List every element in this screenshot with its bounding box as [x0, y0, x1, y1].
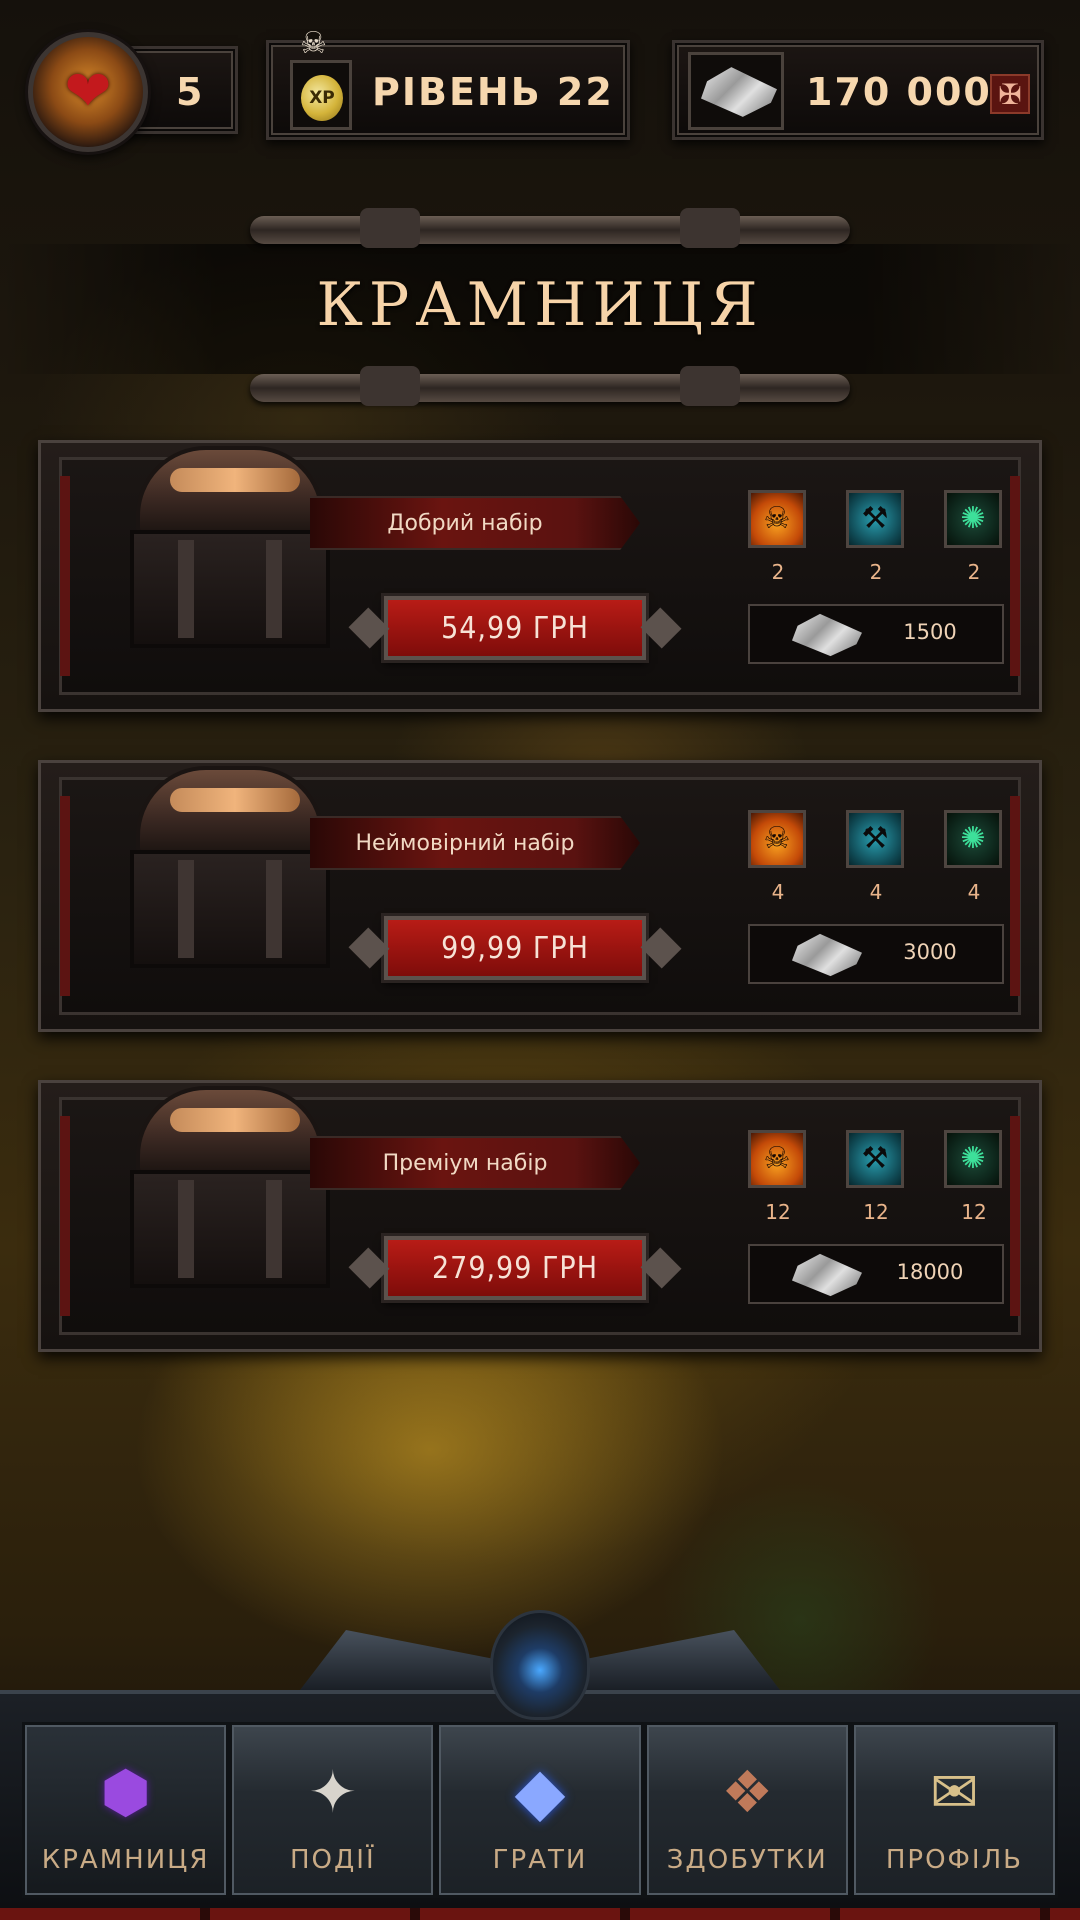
xp-potion-icon: XP: [301, 75, 343, 121]
hammer-icon: ⚒: [846, 810, 904, 868]
compass-star-icon: ✦: [308, 1758, 358, 1826]
chest-icon: [130, 446, 330, 666]
offer-inner: Неймовірний набір 99,99 ГРН ☠ 4 ⚒ 4 ✺ 4 …: [59, 766, 1021, 1015]
reward-item: ⚒ 4: [846, 810, 906, 910]
chest-body: [130, 850, 330, 968]
silver-shard-icon: [792, 933, 862, 977]
add-currency-button[interactable]: ✠: [990, 74, 1030, 114]
reward-count: 2: [771, 560, 785, 584]
page-title: КРАМНИЦЯ: [316, 270, 764, 340]
skull-icon: ☠: [300, 26, 327, 61]
chest-lid: [136, 446, 324, 536]
bottom-nav: ⬢ КРАМНИЦЯ ✦ ПОДІЇ ◆ ГРАТИ ❖ ЗДОБУТКИ ✉ …: [0, 1690, 1080, 1920]
tab-label: ПРОФІЛЬ: [885, 1845, 1023, 1875]
nav-tabs: ⬢ КРАМНИЦЯ ✦ ПОДІЇ ◆ ГРАТИ ❖ ЗДОБУТКИ ✉ …: [22, 1722, 1059, 1898]
reward-list: ☠ 12 ⚒ 12 ✺ 12: [748, 1130, 1004, 1230]
tab-label: ГРАТИ: [492, 1845, 588, 1875]
title-ornament-top: [250, 208, 850, 248]
scroll-icon: ✉: [930, 1758, 979, 1826]
reward-item: ✺ 4: [944, 810, 1004, 910]
fire-skulls-icon: ☠: [748, 1130, 806, 1188]
tree-icon: ✺: [944, 810, 1002, 868]
currency-reward: 18000: [748, 1244, 1004, 1304]
hammer-icon: ⚒: [846, 490, 904, 548]
reward-item: ☠ 4: [748, 810, 808, 910]
currency-reward: 3000: [748, 924, 1004, 984]
level-label: РІВЕНЬ 22: [372, 70, 614, 114]
reward-item: ☠ 2: [748, 490, 808, 590]
tree-icon: ✺: [944, 1130, 1002, 1188]
currency-reward: 1500: [748, 604, 1004, 664]
tab-label: ЗДОБУТКИ: [666, 1845, 828, 1875]
reward-count: 4: [771, 880, 785, 904]
tab-shop[interactable]: ⬢ КРАМНИЦЯ: [22, 1722, 230, 1898]
top-bar: ❤ 5 XP ☠ РІВЕНЬ 22 170 000 ✠: [28, 26, 1052, 152]
tab-achievements[interactable]: ❖ ЗДОБУТКИ: [643, 1722, 851, 1898]
reward-count: 12: [961, 1200, 987, 1224]
offer-card: Преміум набір 279,99 ГРН ☠ 12 ⚒ 12 ✺ 12 …: [38, 1080, 1042, 1352]
tab-profile[interactable]: ✉ ПРОФІЛЬ: [850, 1722, 1059, 1898]
chest-lid: [136, 766, 324, 856]
nav-crest-ornament: [300, 1610, 780, 1720]
buy-button[interactable]: 99,99 ГРН: [384, 916, 646, 980]
offer-name: Добрий набір: [310, 496, 640, 550]
chest-icon: [130, 766, 330, 986]
heart-icon: ❤: [64, 59, 112, 124]
ornate-box-icon: ❖: [721, 1758, 774, 1826]
chest-icon: [130, 1086, 330, 1306]
currency-reward-amount: 18000: [896, 1260, 964, 1284]
lives-count: 5: [176, 70, 205, 114]
chest-body: [130, 530, 330, 648]
reward-item: ⚒ 2: [846, 490, 906, 590]
crest-head-icon: [490, 1610, 590, 1720]
reward-count: 2: [869, 560, 883, 584]
lives-orb[interactable]: ❤: [28, 32, 148, 152]
currency-reward-amount: 3000: [903, 940, 957, 964]
offer-name: Неймовірний набір: [310, 816, 640, 870]
fire-skulls-icon: ☠: [748, 810, 806, 868]
buy-button[interactable]: 54,99 ГРН: [384, 596, 646, 660]
nav-bottom-strip: [0, 1908, 1080, 1920]
diamond-icon: ◆: [514, 1753, 566, 1830]
hammer-icon: ⚒: [846, 1130, 904, 1188]
chest-lid: [136, 1086, 324, 1176]
reward-item: ⚒ 12: [846, 1130, 906, 1230]
purple-gem-icon: ⬢: [100, 1758, 151, 1826]
reward-count: 2: [967, 560, 981, 584]
reward-item: ☠ 12: [748, 1130, 808, 1230]
reward-count: 12: [765, 1200, 791, 1224]
buy-button[interactable]: 279,99 ГРН: [384, 1236, 646, 1300]
tab-events[interactable]: ✦ ПОДІЇ: [229, 1722, 437, 1898]
reward-list: ☠ 2 ⚒ 2 ✺ 2: [748, 490, 1004, 590]
tab-label: ПОДІЇ: [289, 1845, 376, 1875]
reward-item: ✺ 2: [944, 490, 1004, 590]
offer-name: Преміум набір: [310, 1136, 640, 1190]
reward-count: 4: [869, 880, 883, 904]
tab-play[interactable]: ◆ ГРАТИ: [436, 1722, 644, 1898]
offer-inner: Добрий набір 54,99 ГРН ☠ 2 ⚒ 2 ✺ 2 1500: [59, 446, 1021, 695]
reward-item: ✺ 12: [944, 1130, 1004, 1230]
offer-card: Добрий набір 54,99 ГРН ☠ 2 ⚒ 2 ✺ 2 1500: [38, 440, 1042, 712]
silver-shard-icon: [792, 613, 862, 657]
silver-shard-icon: [701, 67, 777, 117]
xp-potion-box: XP: [290, 60, 352, 130]
tab-label: КРАМНИЦЯ: [41, 1845, 210, 1875]
silver-shard-icon: [792, 1253, 862, 1297]
currency-amount: 170 000: [806, 70, 992, 114]
fire-skulls-icon: ☠: [748, 490, 806, 548]
title-ornament-bottom: [250, 366, 850, 406]
tree-icon: ✺: [944, 490, 1002, 548]
currency-reward-amount: 1500: [903, 620, 957, 644]
reward-count: 12: [863, 1200, 889, 1224]
chest-body: [130, 1170, 330, 1288]
offer-card: Неймовірний набір 99,99 ГРН ☠ 4 ⚒ 4 ✺ 4 …: [38, 760, 1042, 1032]
offer-inner: Преміум набір 279,99 ГРН ☠ 12 ⚒ 12 ✺ 12 …: [59, 1086, 1021, 1335]
reward-count: 4: [967, 880, 981, 904]
currency-icon-box: [688, 52, 784, 130]
reward-list: ☠ 4 ⚒ 4 ✺ 4: [748, 810, 1004, 910]
